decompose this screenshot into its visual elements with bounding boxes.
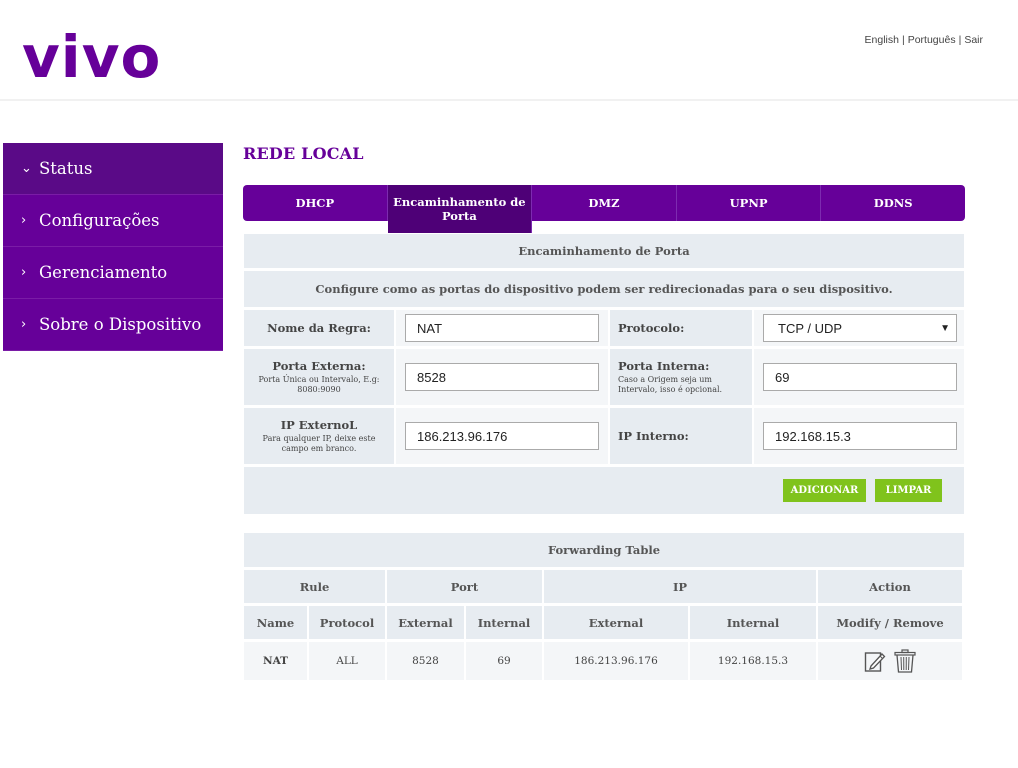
- internal-port-input[interactable]: [763, 363, 957, 391]
- section-description: Configure como as portas do dispositivo …: [244, 271, 964, 307]
- header-ip: IP: [544, 570, 816, 603]
- internal-port-cell: [754, 349, 964, 405]
- cell-port-internal: 69: [466, 642, 542, 680]
- tab-bar: DHCP Encaminhamento de Porta DMZ UPNP DD…: [243, 185, 965, 233]
- internal-ip-input[interactable]: [763, 422, 957, 450]
- sidebar-item-label: Configurações: [39, 211, 160, 230]
- rule-name-label: Nome da Regra:: [267, 321, 371, 335]
- dropdown-arrow-icon: ▼: [940, 322, 950, 334]
- page-title: REDE LOCAL: [243, 144, 364, 163]
- tab-dhcp[interactable]: DHCP: [243, 185, 388, 221]
- header-ip-internal: Internal: [690, 606, 816, 639]
- internal-ip-label: IP Interno:: [618, 429, 689, 443]
- external-ip-input[interactable]: [405, 422, 599, 450]
- internal-ip-label-cell: IP Interno:: [610, 408, 752, 464]
- protocol-cell: TCP / UDP ▼: [754, 310, 964, 346]
- form-actions: ADICIONAR LIMPAR: [244, 467, 964, 514]
- header-name: Name: [244, 606, 307, 639]
- separator: |: [958, 34, 962, 46]
- external-port-label: Porta Externa:: [272, 359, 366, 373]
- rule-name-cell: [396, 310, 608, 346]
- rule-name-label-cell: Nome da Regra:: [244, 310, 394, 346]
- forwarding-table: Forwarding Table Rule Port IP Action Nam…: [244, 533, 964, 683]
- cell-actions: [818, 642, 962, 680]
- header-port-internal: Internal: [466, 606, 542, 639]
- external-ip-hint: Para qualquer IP, deixe este campo em br…: [262, 434, 376, 453]
- sidebar-item-label: Sobre o Dispositivo: [39, 315, 202, 334]
- external-ip-cell: [396, 408, 608, 464]
- sidebar-item-label: Status: [39, 159, 93, 178]
- header-protocol: Protocol: [309, 606, 385, 639]
- protocol-value: TCP / UDP: [778, 320, 843, 336]
- external-ip-label-cell: IP ExternoL Para qualquer IP, deixe este…: [244, 408, 394, 464]
- cell-port-external: 8528: [387, 642, 464, 680]
- header-port-external: External: [387, 606, 464, 639]
- portugues-link[interactable]: Português: [908, 34, 956, 46]
- internal-port-label-cell: Porta Interna: Caso a Origem seja um Int…: [610, 349, 752, 405]
- cell-ip-external: 186.213.96.176: [544, 642, 688, 680]
- sidebar-item-gerenciamento[interactable]: › Gerenciamento: [3, 247, 223, 299]
- protocol-label: Protocolo:: [618, 321, 685, 335]
- internal-port-hint: Caso a Origem seja um Intervalo, isso é …: [618, 375, 723, 394]
- header-action: Action: [818, 570, 962, 603]
- trash-icon[interactable]: [894, 649, 916, 673]
- table-title: Forwarding Table: [244, 533, 964, 567]
- sidebar-item-sobre[interactable]: › Sobre o Dispositivo: [3, 299, 223, 351]
- edit-icon[interactable]: [864, 649, 886, 673]
- internal-port-label: Porta Interna:: [618, 359, 710, 373]
- internal-ip-cell: [754, 408, 964, 464]
- section-title: Encaminhamento de Porta: [244, 234, 964, 268]
- cell-ip-internal: 192.168.15.3: [690, 642, 816, 680]
- port-forwarding-form: Encaminhamento de Porta Configure como a…: [244, 234, 964, 517]
- vivo-logo[interactable]: vivo: [22, 22, 161, 92]
- sidebar-item-status[interactable]: ⌄ Status: [3, 143, 223, 195]
- cell-protocol: ALL: [309, 642, 385, 680]
- chevron-right-icon: ›: [21, 317, 27, 332]
- external-port-cell: [396, 349, 608, 405]
- protocol-select[interactable]: TCP / UDP ▼: [763, 314, 957, 342]
- chevron-right-icon: ›: [21, 213, 27, 228]
- header-modify-remove: Modify / Remove: [818, 606, 962, 639]
- english-link[interactable]: English: [865, 34, 899, 46]
- tab-ddns[interactable]: DDNS: [821, 185, 965, 221]
- sidebar-item-configuracoes[interactable]: › Configurações: [3, 195, 223, 247]
- tab-dmz[interactable]: DMZ: [532, 185, 677, 221]
- chevron-right-icon: ›: [21, 265, 27, 280]
- tab-port-forwarding[interactable]: Encaminhamento de Porta: [387, 185, 533, 233]
- sidebar: ⌄ Status › Configurações › Gerenciamento…: [3, 143, 223, 351]
- header: vivo English | Português | Sair: [0, 0, 1018, 101]
- rule-name-input[interactable]: [405, 314, 599, 342]
- external-port-label-cell: Porta Externa: Porta Única ou Intervalo,…: [244, 349, 394, 405]
- chevron-down-icon: ⌄: [21, 161, 32, 176]
- external-port-input[interactable]: [405, 363, 599, 391]
- top-links: English | Português | Sair: [865, 34, 983, 46]
- logout-link[interactable]: Sair: [964, 34, 983, 46]
- header-ip-external: External: [544, 606, 688, 639]
- external-port-hint: Porta Única ou Intervalo, E.g: 8080:9090: [258, 375, 380, 394]
- add-button[interactable]: ADICIONAR: [783, 479, 866, 502]
- clear-button[interactable]: LIMPAR: [875, 479, 942, 502]
- header-port: Port: [387, 570, 542, 603]
- table-row: NAT ALL 8528 69 186.213.96.176 192.168.1…: [244, 642, 964, 680]
- tab-upnp[interactable]: UPNP: [677, 185, 822, 221]
- sidebar-item-label: Gerenciamento: [39, 263, 168, 282]
- separator: |: [901, 34, 905, 46]
- cell-name: NAT: [244, 642, 307, 680]
- protocol-label-cell: Protocolo:: [610, 310, 752, 346]
- header-rule: Rule: [244, 570, 385, 603]
- external-ip-label: IP ExternoL: [280, 418, 358, 432]
